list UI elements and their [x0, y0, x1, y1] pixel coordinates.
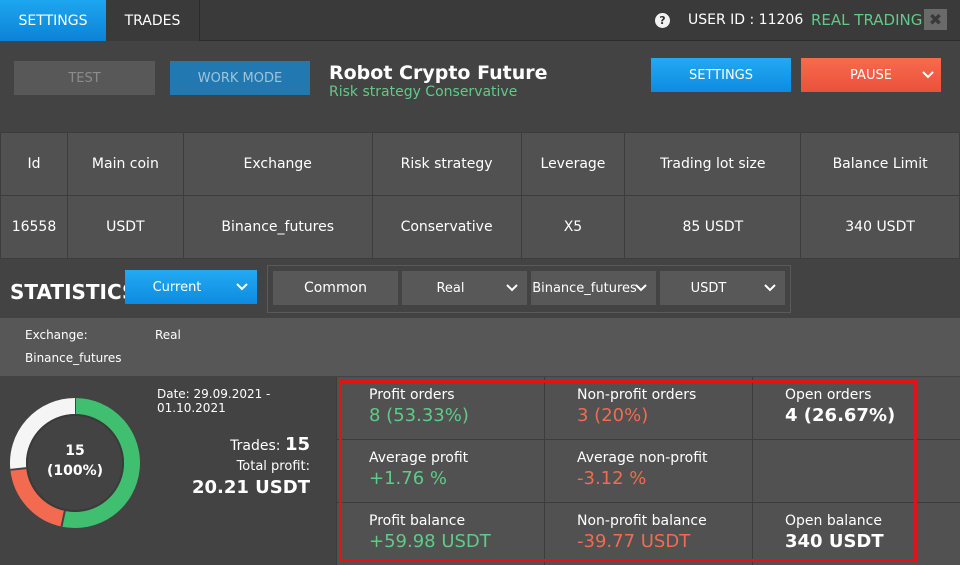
stat-label: Non-profit balance: [577, 513, 707, 529]
table-cell: USDT: [66, 195, 184, 259]
column-header: Exchange: [182, 132, 373, 196]
column-header: Balance Limit: [800, 132, 960, 196]
stat-label: Profit balance: [369, 513, 466, 529]
tab-settings[interactable]: SETTINGS: [0, 0, 106, 41]
robot-controls: TEST WORK MODE Robot Crypto Future Risk …: [0, 42, 960, 132]
column-header: Risk strategy: [371, 132, 522, 196]
stat-value: 340 USDT: [785, 531, 884, 552]
exchange-select[interactable]: Binance_futures: [531, 271, 656, 305]
stat-label: Profit orders: [369, 387, 455, 403]
robot-title: Robot Crypto Future: [329, 62, 548, 84]
common-button[interactable]: Common: [273, 271, 398, 305]
account-select-label: Real: [436, 280, 465, 296]
table-header-row: Id Main coin Exchange Risk strategy Leve…: [0, 132, 960, 196]
trades-label: Trades:: [230, 438, 281, 454]
table-cell: 85 USDT: [624, 195, 802, 259]
exchange-label: Exchange:: [25, 328, 88, 342]
stat-open-balance: Open balance 340 USDT: [753, 503, 960, 565]
stat-profit-balance: Profit balance +59.98 USDT: [337, 503, 545, 565]
statistics-title: STATISTICS: [10, 280, 137, 304]
robot-subtitle: Risk strategy Conservative: [329, 84, 518, 100]
trades-value: 15: [284, 434, 310, 455]
table-cell: Binance_futures: [182, 195, 373, 259]
account-value: Real: [155, 328, 181, 342]
stat-label: Open orders: [785, 387, 872, 403]
help-icon[interactable]: ?: [655, 13, 670, 28]
stat-value: -3.12 %: [577, 468, 647, 489]
donut-center-label: 15 (100%): [9, 441, 141, 481]
exchange-value: Binance_futures: [25, 351, 122, 365]
stat-value: 8 (53.33%): [369, 405, 469, 426]
summary-panel: 15 (100%) Date: 29.09.2021 - 01.10.2021 …: [0, 377, 335, 565]
filter-info-bar: Exchange: Real Binance_futures: [0, 318, 960, 376]
coin-select[interactable]: USDT: [660, 271, 785, 305]
stat-open-orders: Open orders 4 (26.67%): [753, 377, 960, 440]
stat-nonprofit-orders: Non-profit orders 3 (20%): [545, 377, 753, 440]
column-header: Main coin: [66, 132, 184, 196]
close-icon[interactable]: ✖: [924, 9, 947, 30]
stat-value: 4 (26.67%): [785, 405, 896, 426]
coin-select-label: USDT: [690, 280, 727, 296]
table-cell: 16558: [0, 195, 68, 259]
common-label: Common: [303, 280, 368, 296]
pause-label: PAUSE: [850, 67, 892, 83]
stat-value: 3 (20%): [577, 405, 649, 426]
test-button[interactable]: TEST: [14, 61, 155, 95]
robot-settings-table: Id Main coin Exchange Risk strategy Leve…: [0, 132, 960, 259]
work-mode-button[interactable]: WORK MODE: [170, 61, 310, 95]
total-profit-value: 20.21 USDT: [191, 477, 310, 498]
date-range: Date: 29.09.2021 - 01.10.2021: [157, 387, 271, 415]
period-select-label: Current: [152, 279, 202, 295]
stat-average-profit: Average profit +1.76 %: [337, 440, 545, 503]
chevron-down-icon: [764, 284, 776, 292]
table-cell: Conservative: [371, 195, 522, 259]
donut-count: 15: [65, 443, 85, 459]
table-row[interactable]: 16558 USDT Binance_futures Conservative …: [0, 195, 960, 259]
stats-grid: Profit orders 8 (53.33%) Non-profit orde…: [336, 377, 960, 565]
trading-mode-label: REAL TRADING: [811, 11, 923, 29]
orders-donut-chart: 15 (100%): [9, 397, 141, 529]
stat-empty: [753, 440, 960, 503]
chevron-down-icon[interactable]: [921, 68, 935, 82]
chevron-down-icon: [635, 284, 647, 292]
top-bar: SETTINGS TRADES ? USER ID : 11206 REAL T…: [0, 0, 960, 41]
period-select[interactable]: Current: [125, 270, 257, 304]
pause-button[interactable]: PAUSE: [801, 58, 941, 92]
stat-value: +1.76 %: [369, 468, 447, 489]
stat-value: +59.98 USDT: [369, 531, 491, 552]
stat-label: Open balance: [785, 513, 882, 529]
column-header: Id: [0, 132, 68, 196]
stat-average-nonprofit: Average non-profit -3.12 %: [545, 440, 753, 503]
trades-summary: Trades: 15: [230, 434, 310, 455]
exchange-select-label: Binance_futures: [532, 280, 637, 296]
stat-nonprofit-balance: Non-profit balance -39.77 USDT: [545, 503, 753, 565]
table-cell: X5: [520, 195, 626, 259]
stat-value: -39.77 USDT: [577, 531, 691, 552]
column-header: Leverage: [520, 132, 626, 196]
settings-button[interactable]: SETTINGS: [651, 58, 791, 92]
user-id: USER ID : 11206: [688, 12, 804, 28]
account-select[interactable]: Real: [402, 271, 527, 305]
stat-profit-orders: Profit orders 8 (53.33%): [337, 377, 545, 440]
chevron-down-icon: [236, 283, 248, 291]
tab-trades[interactable]: TRADES: [106, 0, 200, 41]
chevron-down-icon: [506, 284, 518, 292]
stat-label: Average profit: [369, 450, 469, 466]
donut-percent: (100%): [46, 463, 104, 479]
table-cell: 340 USDT: [800, 195, 960, 259]
total-profit-label: Total profit:: [236, 459, 310, 474]
column-header: Trading lot size: [624, 132, 802, 196]
stat-label: Average non-profit: [577, 450, 708, 466]
stat-label: Non-profit orders: [577, 387, 697, 403]
